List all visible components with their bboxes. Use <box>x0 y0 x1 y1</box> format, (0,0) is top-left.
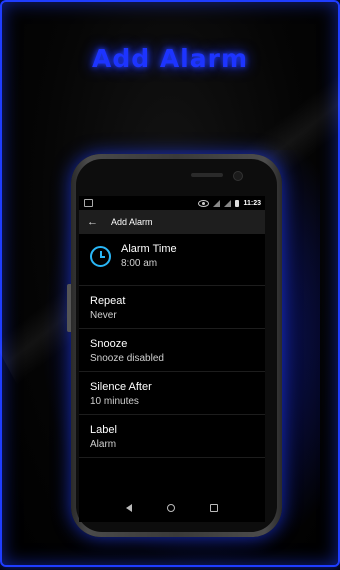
setting-title: Silence After <box>90 381 152 393</box>
setting-title: Repeat <box>90 295 126 307</box>
setting-title: Alarm Time <box>121 243 177 255</box>
setting-value: 10 minutes <box>90 396 139 407</box>
nav-home-icon[interactable] <box>166 504 175 512</box>
phone-mockup: 11:23 ← Add Alarm Alarm Time 8:00 am Rep… <box>67 154 282 537</box>
promo-title: Add Alarm <box>91 44 248 73</box>
setting-value: Never <box>90 310 117 321</box>
status-bar: 11:23 <box>79 196 265 210</box>
nav-back-icon[interactable] <box>126 504 133 512</box>
settings-list: Alarm Time 8:00 am Repeat Never Snooze S… <box>79 234 265 458</box>
notification-icon <box>84 199 93 207</box>
navigation-bar <box>79 494 265 522</box>
setting-repeat[interactable]: Repeat Never <box>79 286 265 329</box>
signal-icon <box>213 199 221 207</box>
arrow-back-icon[interactable]: ← <box>87 216 101 228</box>
clock-icon <box>90 246 111 267</box>
setting-alarm-time[interactable]: Alarm Time 8:00 am <box>79 234 265 286</box>
status-icons: 11:23 <box>198 199 261 207</box>
phone-side-button <box>67 284 71 332</box>
nav-recents-icon[interactable] <box>209 504 218 512</box>
battery-icon <box>235 199 240 207</box>
setting-value: 8:00 am <box>121 258 158 269</box>
app-bar-title: Add Alarm <box>111 217 153 227</box>
setting-value: Snooze disabled <box>90 353 164 364</box>
eye-icon <box>198 199 210 207</box>
signal-icon-2 <box>224 199 232 207</box>
setting-title: Snooze <box>90 338 128 350</box>
phone-camera <box>233 171 243 181</box>
phone-screen: 11:23 ← Add Alarm Alarm Time 8:00 am Rep… <box>79 196 265 522</box>
app-bar: ← Add Alarm <box>79 210 265 234</box>
status-time: 11:23 <box>243 199 261 207</box>
setting-title: Label <box>90 424 117 436</box>
setting-label[interactable]: Label Alarm <box>79 415 265 458</box>
setting-value: Alarm <box>90 439 117 450</box>
setting-snooze[interactable]: Snooze Snooze disabled <box>79 329 265 372</box>
setting-silence-after[interactable]: Silence After 10 minutes <box>79 372 265 415</box>
phone-speaker <box>191 173 223 177</box>
